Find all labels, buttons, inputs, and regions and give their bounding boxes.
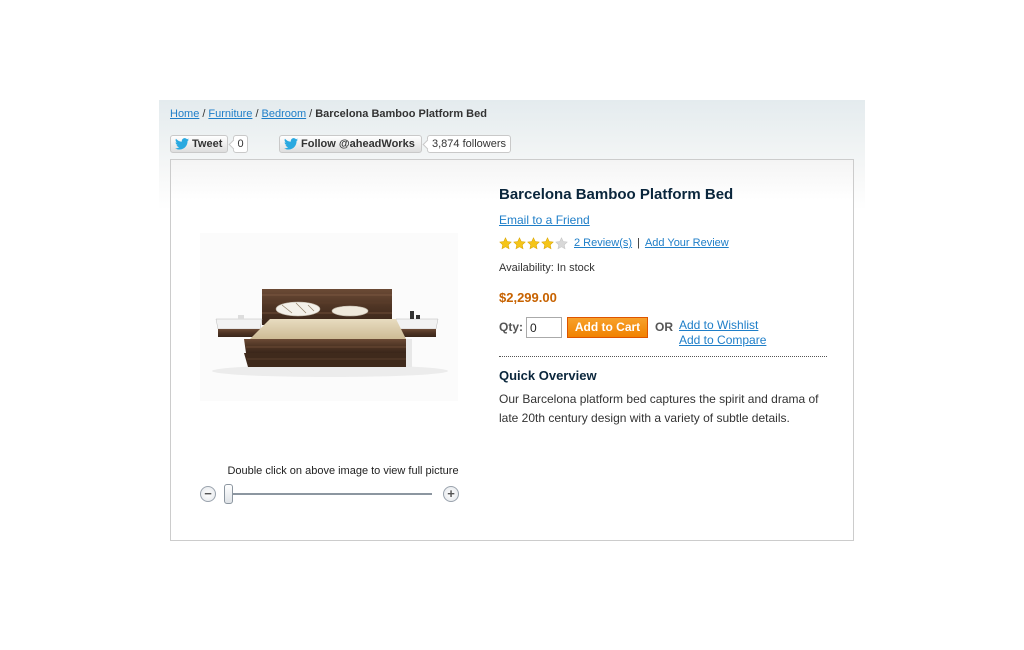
zoom-hint: Double click on above image to view full… <box>227 465 459 477</box>
star-filled-icon <box>541 236 554 249</box>
add-to-cart-button[interactable]: Add to Cart <box>567 317 648 338</box>
breadcrumb: Home / Furniture / Bedroom / Barcelona Bamboo … <box>170 108 487 120</box>
or-label: OR <box>655 320 673 334</box>
star-filled-icon <box>513 236 526 249</box>
breadcrumb-separator: / <box>255 108 259 120</box>
qty-input[interactable] <box>526 317 562 338</box>
add-to-wishlist-link[interactable]: Add to Wishlist <box>679 318 758 332</box>
twitter-bird-icon <box>175 138 189 150</box>
product-name: Barcelona Bamboo Platform Bed <box>499 186 734 203</box>
zoom-slider-track[interactable] <box>229 493 432 495</box>
follow-label: Follow @aheadWorks <box>301 138 415 150</box>
overview-title: Quick Overview <box>499 368 597 383</box>
followers-count: 3,874 followers <box>427 135 511 153</box>
reviews-link[interactable]: 2 Review(s) <box>574 237 632 249</box>
zoom-slider-handle[interactable] <box>224 484 233 504</box>
breadcrumb-separator: / <box>309 108 313 120</box>
availability: Availability: In stock <box>499 262 595 274</box>
tweet-label: Tweet <box>192 138 223 150</box>
breadcrumb-furniture-link[interactable]: Furniture <box>208 108 252 120</box>
breadcrumb-bedroom-link[interactable]: Bedroom <box>262 108 307 120</box>
qty-label: Qty: <box>499 320 523 334</box>
star-filled-icon <box>527 236 540 249</box>
breadcrumb-separator: / <box>202 108 206 120</box>
rating-row: 2 Review(s) | Add Your Review <box>499 236 729 250</box>
price: $2,299.00 <box>499 290 557 305</box>
rating-separator: | <box>637 237 640 249</box>
add-review-link[interactable]: Add Your Review <box>645 237 729 249</box>
overview-text: Our Barcelona platform bed captures the … <box>499 392 819 425</box>
rating-stars <box>499 236 569 250</box>
divider <box>499 356 827 357</box>
breadcrumb-current: Barcelona Bamboo Platform Bed <box>315 108 487 120</box>
follow-button[interactable]: Follow @aheadWorks <box>279 135 422 153</box>
zoom-in-button[interactable]: + <box>443 486 459 502</box>
zoom-out-icon: − <box>204 486 212 501</box>
breadcrumb-home-link[interactable]: Home <box>170 108 199 120</box>
email-friend-link[interactable]: Email to a Friend <box>499 213 590 227</box>
twitter-bird-icon <box>284 138 298 150</box>
tweet-count: 0 <box>233 135 248 153</box>
add-to-compare-link[interactable]: Add to Compare <box>679 333 766 347</box>
zoom-out-button[interactable]: − <box>200 486 216 502</box>
star-filled-icon <box>499 236 512 249</box>
product-image[interactable] <box>200 233 458 401</box>
zoom-in-icon: + <box>447 486 455 501</box>
star-empty-icon <box>555 236 568 249</box>
tweet-button[interactable]: Tweet <box>170 135 228 153</box>
bed-photo <box>212 289 448 377</box>
